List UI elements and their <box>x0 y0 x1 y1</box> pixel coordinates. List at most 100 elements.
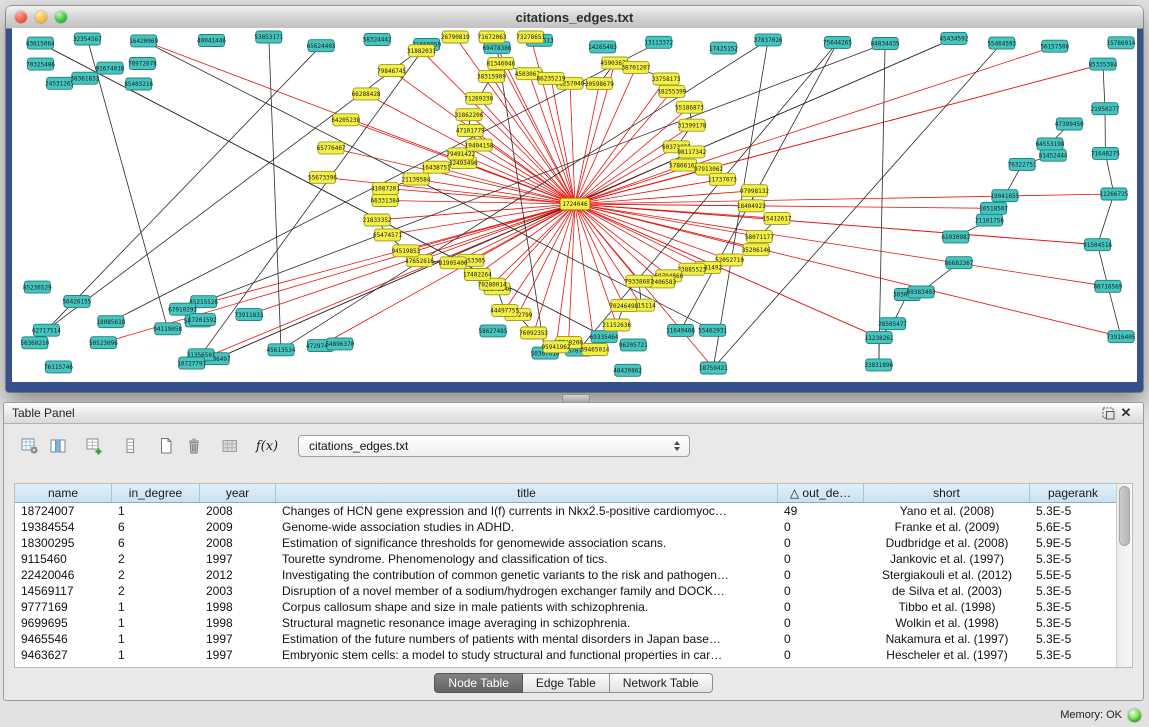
graph-node[interactable]: 70246498 <box>609 300 638 312</box>
delete-column-button[interactable] <box>216 433 244 459</box>
graph-node[interactable]: 11737073 <box>708 173 737 185</box>
graph-node[interactable]: 32354567 <box>73 33 102 45</box>
network-graph[interactable]: 8361506432354567164200694004144653853171… <box>12 28 1137 382</box>
graph-node[interactable]: 84834435 <box>871 38 900 50</box>
graph-node[interactable]: 65474571 <box>373 229 402 241</box>
graph-node[interactable]: 65776467 <box>317 142 346 154</box>
network-file-select[interactable]: citations_edges.txt <box>298 435 690 457</box>
graph-node[interactable]: 97998132 <box>740 185 769 197</box>
graph-node[interactable]: 55462931 <box>698 324 727 336</box>
graph-node[interactable]: 54896370 <box>325 338 354 350</box>
graph-node[interactable]: 38701207 <box>621 61 650 73</box>
network-canvas[interactable]: 8361506432354567164200694004144653853171… <box>12 28 1137 382</box>
graph-node[interactable]: 31862206 <box>454 109 483 121</box>
table-vertical-scrollbar[interactable] <box>1116 484 1132 667</box>
row-editor-button[interactable] <box>116 433 144 459</box>
graph-node[interactable]: 73916405 <box>1107 331 1136 343</box>
graph-node[interactable]: 28505477 <box>878 318 907 330</box>
graph-node[interactable]: 70325486 <box>26 58 55 70</box>
graph-node[interactable]: 53853171 <box>254 31 283 43</box>
column-header-in_degree[interactable]: in_degree <box>112 484 200 502</box>
graph-node[interactable]: 18404923 <box>737 200 766 212</box>
graph-node[interactable]: 15786914 <box>1107 37 1136 49</box>
graph-node[interactable]: 91504516 <box>1083 239 1112 251</box>
graph-node[interactable]: 21950277 <box>1091 103 1120 115</box>
graph-node[interactable]: 66288428 <box>352 88 381 100</box>
column-header-out_de[interactable]: △ out_de… <box>778 484 864 502</box>
table-row[interactable]: 977716911998Corpus callosum shape and si… <box>15 599 1116 615</box>
graph-node[interactable]: 14265483 <box>588 41 617 53</box>
column-header-year[interactable]: year <box>200 484 276 502</box>
graph-node[interactable]: 58324442 <box>363 34 392 46</box>
graph-node[interactable]: 1724046 <box>560 198 590 210</box>
graph-node[interactable]: 73911833 <box>235 309 264 321</box>
graph-node[interactable]: 17402264 <box>463 269 492 281</box>
graph-node[interactable]: 41087201 <box>371 182 400 194</box>
delete-table-button[interactable] <box>180 433 208 459</box>
table-row[interactable]: 969969511998Structural magnetic resonanc… <box>15 615 1116 631</box>
graph-node[interactable]: 19041655 <box>990 190 1019 202</box>
column-header-short[interactable]: short <box>864 484 1030 502</box>
graph-node[interactable]: 91674018 <box>96 62 125 74</box>
graph-node[interactable]: 81452444 <box>1039 149 1068 161</box>
graph-node[interactable]: 21101756 <box>975 214 1004 226</box>
graph-node[interactable]: 16438751 <box>422 161 451 173</box>
graph-node[interactable]: 61030983 <box>941 231 970 243</box>
graph-node[interactable]: 55673396 <box>308 171 337 183</box>
table-row[interactable]: 946362711997Embryonic stem cells: a mode… <box>15 647 1116 663</box>
float-panel-button[interactable] <box>1099 405 1117 421</box>
graph-node[interactable]: 11649468 <box>666 324 695 336</box>
graph-node[interactable]: 11238261 <box>865 332 894 344</box>
graph-node[interactable]: 76115746 <box>44 361 73 373</box>
graph-node[interactable]: 85403216 <box>124 78 153 90</box>
graph-node[interactable]: 18255399 <box>657 85 686 97</box>
graph-node[interactable]: 10727797 <box>177 357 206 369</box>
graph-node[interactable]: 69478386 <box>483 42 512 54</box>
graph-node[interactable]: 96205721 <box>619 339 648 351</box>
graph-node[interactable]: 86235219 <box>537 72 566 84</box>
graph-node[interactable]: 58627485 <box>479 325 508 337</box>
graph-node[interactable]: 64205238 <box>331 114 360 126</box>
window-titlebar[interactable]: citations_edges.txt <box>6 6 1143 29</box>
graph-node[interactable]: 45434592 <box>939 32 968 44</box>
graph-node[interactable]: 76092353 <box>519 327 548 339</box>
graph-node[interactable]: 79338687 <box>625 275 654 287</box>
graph-node[interactable]: 38315909 <box>477 70 506 82</box>
graph-node[interactable]: 56157508 <box>1040 40 1069 52</box>
graph-node[interactable]: 55464593 <box>987 37 1016 49</box>
graph-node[interactable]: 39465014 <box>580 344 609 356</box>
table-row[interactable]: 946554611997Estimation of the future num… <box>15 631 1116 647</box>
graph-node[interactable]: 94519853 <box>391 245 420 257</box>
graph-node[interactable]: 76322751 <box>1008 158 1037 170</box>
new-document-button[interactable] <box>152 433 180 459</box>
graph-node[interactable]: 21152636 <box>602 319 631 331</box>
close-panel-button[interactable]: ✕ <box>1117 405 1135 421</box>
graph-node[interactable]: 62717514 <box>32 324 61 336</box>
graph-node[interactable]: 85236529 <box>23 281 52 293</box>
table-row[interactable]: 1830029562008Estimation of significance … <box>15 535 1116 551</box>
column-header-name[interactable]: name <box>15 484 112 502</box>
graph-node[interactable]: 21833352 <box>363 214 392 226</box>
graph-node[interactable]: 18759421 <box>699 362 728 374</box>
graph-node[interactable]: 47101779 <box>456 125 485 137</box>
table-settings-button[interactable] <box>16 433 44 459</box>
graph-node[interactable]: 65624403 <box>307 40 336 52</box>
graph-node[interactable]: 86682367 <box>945 257 974 269</box>
close-window-button[interactable] <box>15 11 27 23</box>
graph-node[interactable]: 45613534 <box>267 344 296 356</box>
graph-node[interactable]: 85335384 <box>1088 58 1117 70</box>
tab-network-table[interactable]: Network Table <box>610 673 713 693</box>
table-row[interactable]: 2242004622012Investigating the contribut… <box>15 567 1116 583</box>
graph-node[interactable]: 19404158 <box>465 139 494 151</box>
graph-node[interactable]: 16420069 <box>129 35 158 47</box>
graph-node[interactable]: 47399450 <box>1055 118 1084 130</box>
graph-node[interactable]: 98117342 <box>677 146 706 158</box>
graph-node[interactable]: 83615064 <box>26 37 55 49</box>
graph-node[interactable]: 20598679 <box>585 78 614 90</box>
graph-node[interactable]: 15412617 <box>763 212 792 224</box>
graph-node[interactable]: 44497755 <box>490 304 519 316</box>
minimize-window-button[interactable] <box>35 11 47 23</box>
graph-node[interactable]: 94119058 <box>153 323 182 335</box>
import-table-button[interactable] <box>80 433 108 459</box>
column-header-pagerank[interactable]: pagerank <box>1030 484 1116 502</box>
